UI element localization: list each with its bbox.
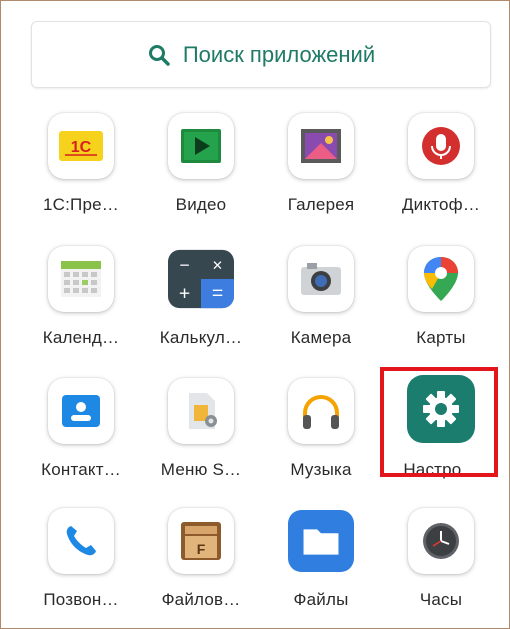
app-label: Видео [175,195,227,214]
folder-icon [288,508,354,574]
highlight-box [380,367,498,477]
app-phone[interactable]: Позвон… [21,508,141,618]
video-play-icon [168,113,234,179]
app-label: Файлы [293,590,349,609]
app-camera[interactable]: Камера [261,246,381,356]
app-sim-menu[interactable]: Меню S… [141,378,261,488]
app-label: Музыка [290,460,352,479]
app-label: Диктоф… [401,195,481,214]
app-gallery[interactable]: Галерея [261,113,381,223]
app-label: Часы [419,590,463,609]
app-label: Позвон… [43,590,119,609]
app-label: 1С:Пре… [43,195,119,214]
microphone-icon [408,113,474,179]
svg-text:+: + [179,282,190,304]
app-label: Камера [290,328,352,347]
svg-text:−: − [179,255,189,275]
app-label: Калькул… [159,328,243,347]
app-grid: 1С 1С:Пре… Видео Галерея Диктоф… Календ…… [0,0,510,629]
sim-menu-icon [168,378,234,444]
svg-text:×: × [212,255,222,275]
1c-icon: 1С [48,113,114,179]
contacts-icon [48,378,114,444]
svg-text:=: = [212,282,223,304]
svg-text:1С: 1С [71,139,92,156]
app-music[interactable]: Музыка [261,378,381,488]
file-manager-icon: F [168,508,234,574]
app-recorder[interactable]: Диктоф… [381,113,501,223]
app-clock[interactable]: Часы [381,508,501,618]
maps-pin-icon [408,246,474,312]
app-maps[interactable]: Карты [381,246,501,356]
app-label: Контакт… [41,460,121,479]
camera-icon [288,246,354,312]
calendar-icon [48,246,114,312]
app-label: Галерея [287,195,355,214]
app-contacts[interactable]: Контакт… [21,378,141,488]
headphones-icon [288,378,354,444]
app-calculator[interactable]: − × + = Калькул… [141,246,261,356]
app-calendar[interactable]: Календ… [21,246,141,356]
app-video[interactable]: Видео [141,113,261,223]
svg-text:F: F [197,541,206,557]
app-label: Файлов… [161,590,241,609]
app-files[interactable]: Файлы [261,508,381,618]
app-file-manager[interactable]: F Файлов… [141,508,261,618]
app-1c[interactable]: 1С 1С:Пре… [21,113,141,223]
calculator-icon: − × + = [168,246,234,312]
app-label: Календ… [42,328,120,347]
clock-icon [408,508,474,574]
app-label: Карты [416,328,466,347]
app-label: Меню S… [160,460,242,479]
phone-icon [48,508,114,574]
gallery-icon [288,113,354,179]
